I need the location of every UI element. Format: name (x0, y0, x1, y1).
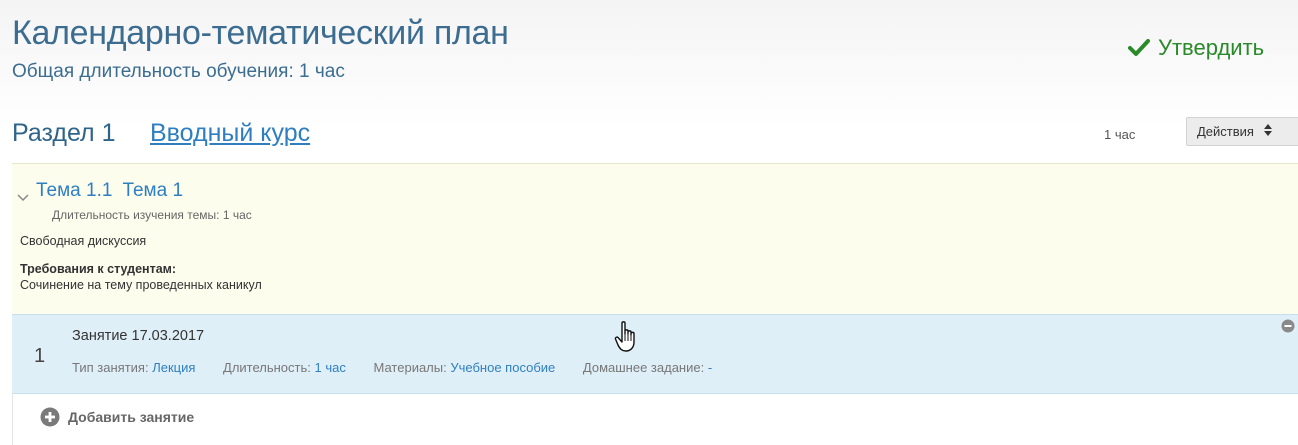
lesson-duration-value[interactable]: 1 час (315, 360, 346, 375)
minus-circle-icon[interactable] (1281, 319, 1295, 333)
lesson-duration-label: Длительность: (223, 360, 311, 375)
lesson-homework-label: Домашнее задание: (582, 360, 705, 375)
requirements-text: Сочинение на тему проведенных каникул (20, 278, 262, 292)
approve-label: Утвердить (1158, 35, 1265, 60)
section-name-link[interactable]: Вводный курс (150, 119, 310, 148)
lesson-type-label: Тип занятия: (72, 360, 149, 375)
lesson-title: Занятие 17.03.2017 (72, 328, 205, 344)
add-lesson-label: Добавить занятие (68, 409, 195, 425)
section-hours: 1 час (1104, 127, 1136, 142)
theme-format: Свободная дискуссия (20, 234, 147, 248)
theme-name: Тема 1 (122, 180, 184, 201)
divider (12, 392, 13, 445)
lesson-type-value[interactable]: Лекция (152, 360, 195, 375)
hand-cursor-icon (614, 320, 640, 359)
actions-dropdown[interactable]: Действия (1186, 117, 1298, 146)
section-label: Раздел 1 (12, 119, 116, 147)
approve-button[interactable]: Утвердить (1128, 35, 1264, 61)
requirements-label: Требования к студентам: (20, 262, 177, 276)
theme-number: Тема 1.1 (36, 180, 113, 201)
plus-circle-icon (40, 407, 60, 427)
actions-label: Действия (1197, 124, 1254, 139)
add-lesson-button[interactable]: Добавить занятие (40, 407, 194, 427)
lesson-duration: Длительность: 1 час (223, 360, 346, 375)
chevron-down-icon[interactable] (17, 189, 29, 207)
lesson-row[interactable] (12, 314, 1298, 394)
lesson-materials-label: Материалы: (373, 360, 447, 375)
lesson-homework: Домашнее задание: - (583, 360, 712, 375)
lesson-type: Тип занятия: Лекция (72, 360, 195, 375)
lesson-meta: Тип занятия: Лекция Длительность: 1 час … (72, 360, 736, 375)
page-subtitle: Общая длительность обучения: 1 час (12, 61, 345, 82)
lesson-number: 1 (34, 345, 46, 367)
page-title: Календарно-тематический план (12, 14, 509, 52)
lesson-materials-value[interactable]: Учебное пособие (450, 360, 555, 375)
check-icon (1128, 39, 1150, 57)
theme-duration: Длительность изучения темы: 1 час (52, 208, 252, 222)
lesson-materials: Материалы: Учебное пособие (374, 360, 556, 375)
theme-title[interactable]: Тема 1.1 Тема 1 (36, 180, 183, 202)
lesson-homework-value[interactable]: - (708, 360, 712, 375)
sort-arrows-icon (1263, 124, 1272, 139)
